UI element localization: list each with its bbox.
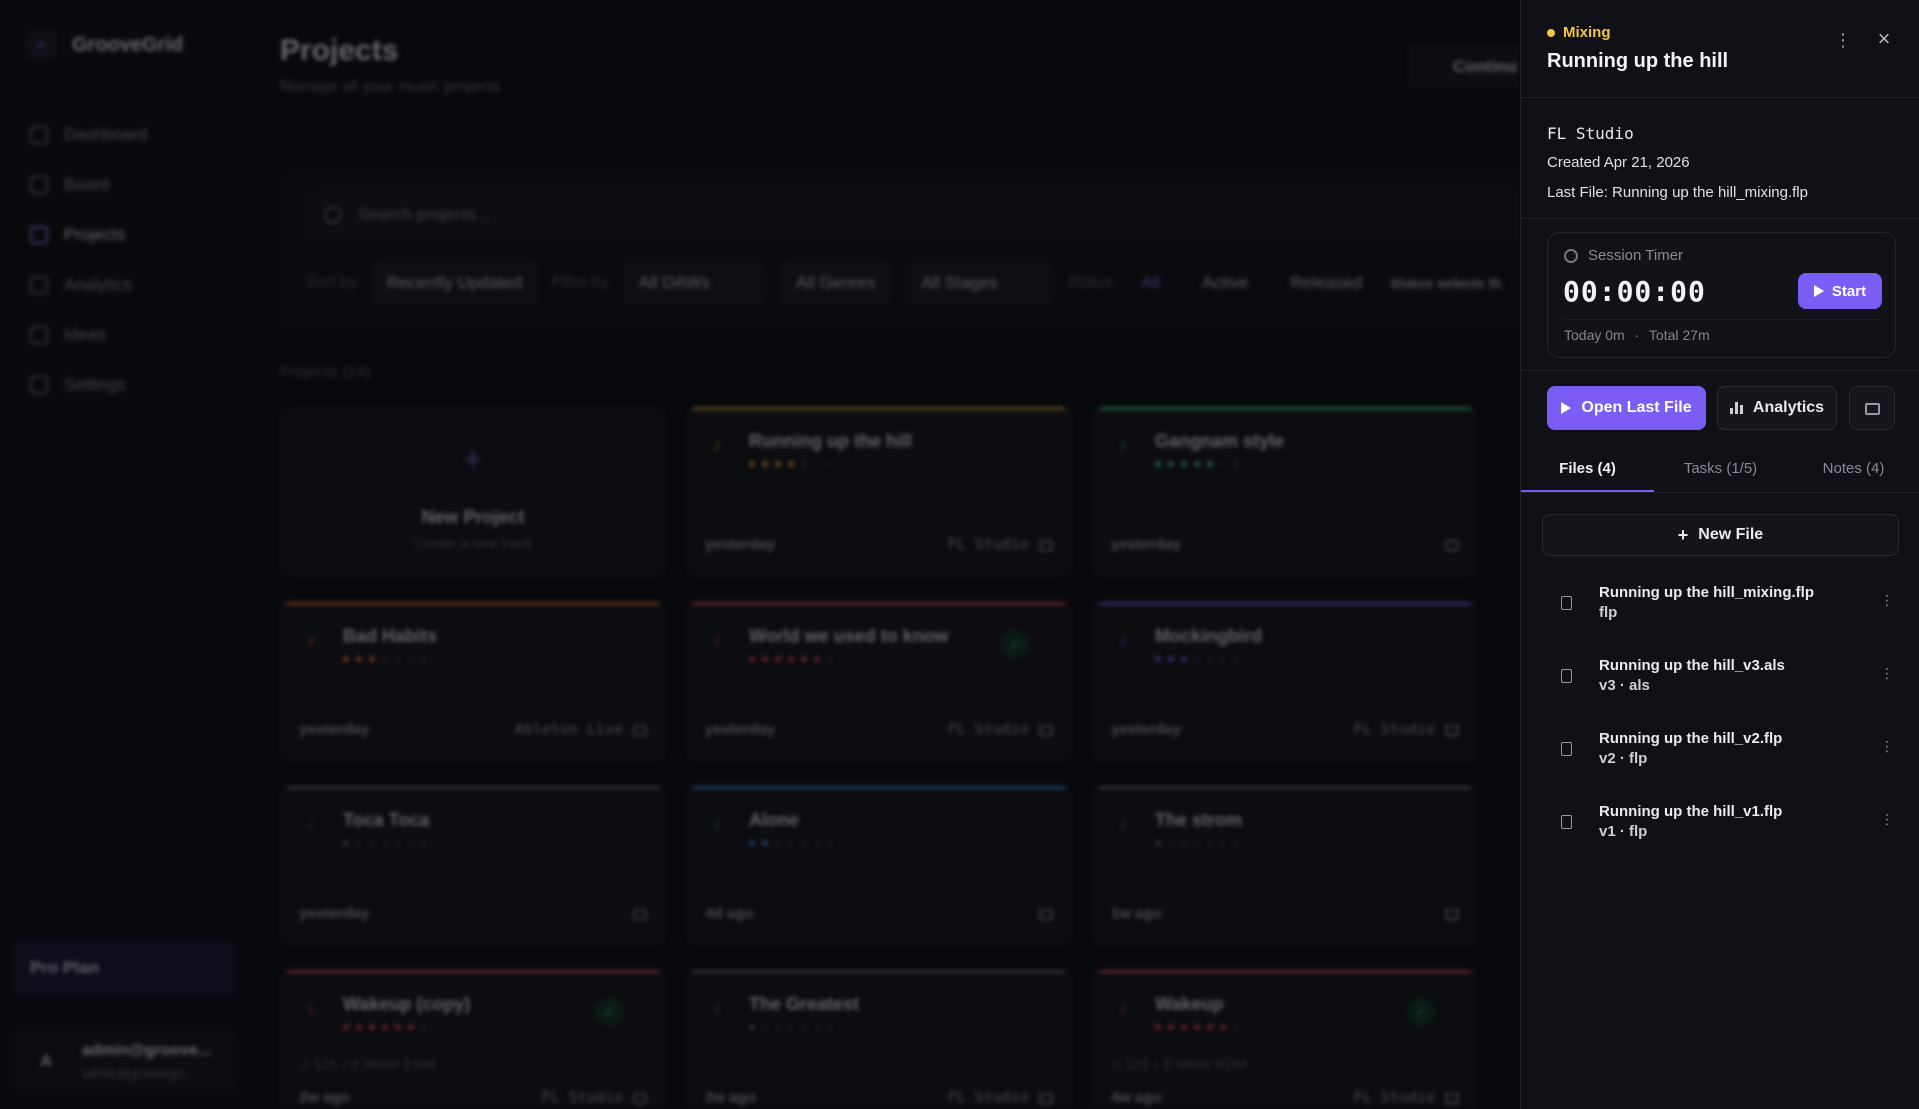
daw-name: FL Studio — [1547, 124, 1634, 143]
file-icon — [1561, 815, 1572, 829]
divider — [1521, 492, 1919, 493]
bar-chart-icon — [1729, 402, 1743, 414]
more-options-icon[interactable]: ⋮ — [1833, 28, 1853, 52]
modal-backdrop[interactable] — [0, 0, 1520, 1109]
open-folder-button[interactable] — [1849, 386, 1895, 430]
file-meta: v1 · flp — [1599, 823, 1648, 840]
more-options-icon[interactable]: ⋮ — [1878, 811, 1896, 831]
new-file-label: New File — [1698, 526, 1764, 543]
play-icon — [1813, 285, 1824, 297]
folder-icon — [1865, 403, 1880, 415]
clock-icon — [1564, 249, 1578, 263]
session-timer-card: Session Timer 00:00:00 Start Today 0m · … — [1547, 232, 1896, 358]
play-icon — [1561, 402, 1572, 414]
file-icon — [1561, 669, 1572, 683]
plus-icon: + — [1677, 524, 1689, 545]
new-file-button[interactable]: + New File — [1542, 514, 1899, 556]
status-dot — [1547, 28, 1555, 37]
file-icon — [1561, 742, 1572, 756]
analytics-label: Analytics — [1752, 399, 1825, 416]
file-meta: v2 · flp — [1599, 750, 1648, 767]
file-meta: v3 · als — [1599, 677, 1650, 694]
close-icon[interactable]: × — [1871, 26, 1897, 52]
file-name: Running up the hill_v1.flp — [1599, 803, 1783, 820]
file-meta: flp — [1599, 604, 1618, 621]
file-row[interactable]: Running up the hill_v2.flp v2 · flp ⋮ — [1547, 730, 1896, 786]
divider — [1521, 218, 1919, 219]
file-row[interactable]: Running up the hill_v3.als v3 · als ⋮ — [1547, 657, 1896, 713]
open-last-file-label: Open Last File — [1581, 399, 1692, 416]
timer-summary: Today 0m · Total 27m — [1564, 327, 1710, 343]
timer-display: 00:00:00 — [1563, 275, 1706, 308]
created-date: Created Apr 21, 2026 — [1547, 154, 1690, 171]
last-file: Last File: Running up the hill_mixing.fl… — [1547, 184, 1808, 201]
tab-notes[interactable]: Notes (4) — [1787, 460, 1919, 477]
total-time: Total 27m — [1648, 327, 1710, 343]
more-options-icon[interactable]: ⋮ — [1878, 592, 1896, 612]
separator: · — [1634, 327, 1640, 343]
file-row[interactable]: Running up the hill_mixing.flpflp ⋮ — [1547, 584, 1896, 640]
divider — [1521, 97, 1919, 98]
divider — [1564, 319, 1880, 320]
drawer-tabs: Files (4) Tasks (1/5) Notes (4) — [1521, 446, 1919, 494]
app-root: •• GrooveGrid Dashboard Board Projects A… — [0, 0, 1919, 1109]
open-last-file-button[interactable]: Open Last File — [1547, 386, 1706, 430]
file-name: Running up the hill_mixing.flp — [1599, 584, 1814, 601]
more-options-icon[interactable]: ⋮ — [1878, 738, 1896, 758]
start-label: Start — [1831, 282, 1867, 300]
tab-tasks[interactable]: Tasks (1/5) — [1654, 460, 1787, 477]
file-name: Running up the hill_v2.flp — [1599, 730, 1783, 747]
tab-files[interactable]: Files (4) — [1521, 460, 1654, 477]
file-icon — [1561, 596, 1572, 610]
file-name: Running up the hill_v3.als — [1599, 657, 1785, 674]
file-row[interactable]: Running up the hill_v1.flp v1 · flp ⋮ — [1547, 803, 1896, 859]
more-options-icon[interactable]: ⋮ — [1878, 665, 1896, 685]
project-detail-drawer: Mixing Running up the hill FL Studio Cre… — [1520, 0, 1919, 1109]
today-time: Today 0m — [1564, 327, 1625, 343]
analytics-button[interactable]: Analytics — [1717, 386, 1837, 430]
status-badge: Mixing — [1547, 24, 1611, 41]
session-timer-label: Session Timer — [1588, 247, 1684, 264]
start-timer-button[interactable]: Start — [1798, 273, 1882, 309]
status-text: Mixing — [1563, 24, 1611, 41]
drawer-title: Running up the hill — [1547, 50, 1729, 72]
divider — [1521, 370, 1919, 371]
